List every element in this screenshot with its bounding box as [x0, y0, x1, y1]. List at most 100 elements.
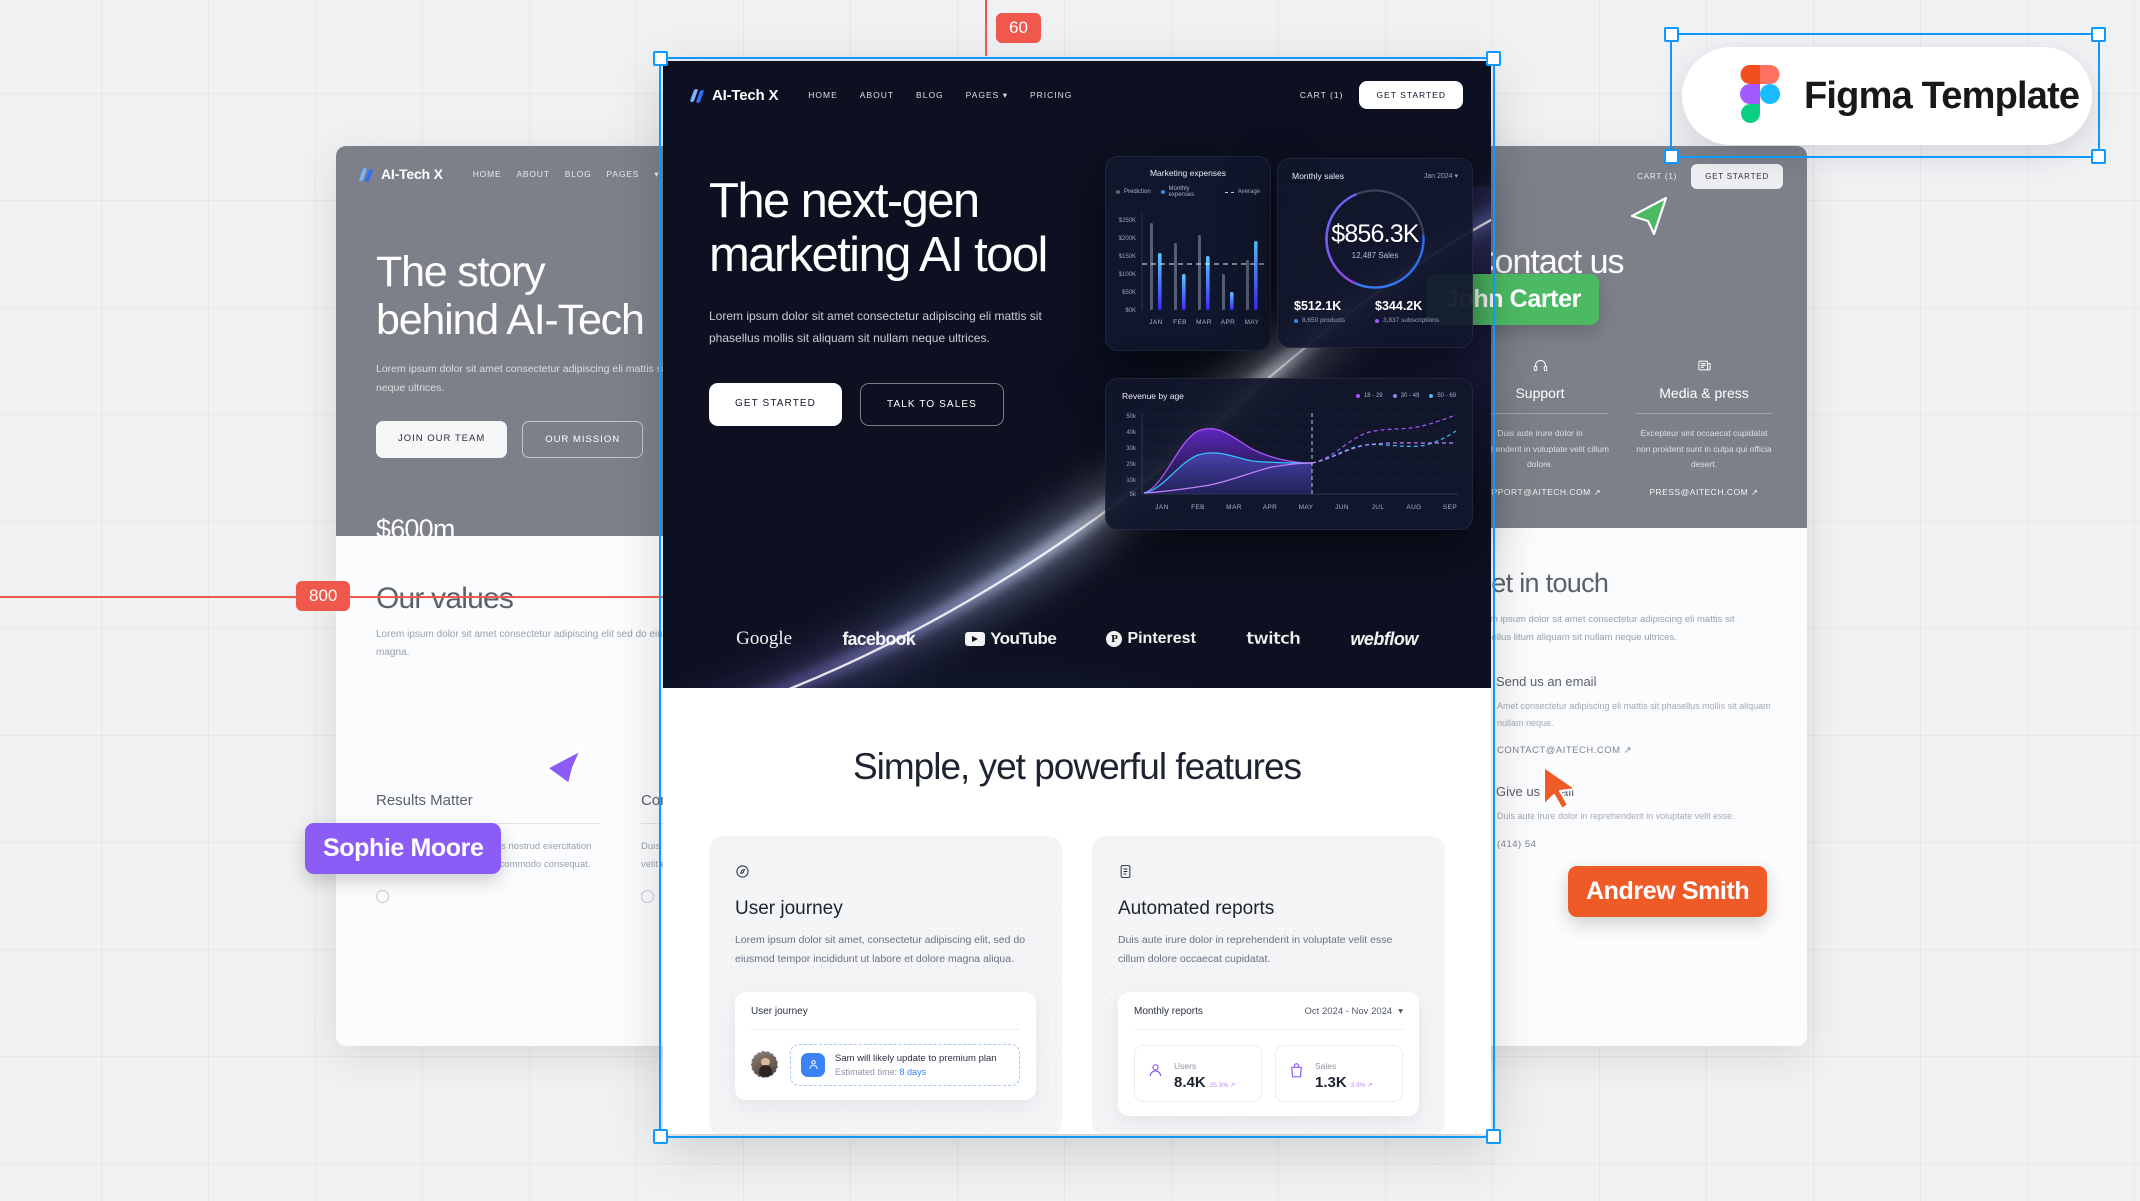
- contact-column-body: Excepteur sint occaecat cupidatat non pr…: [1636, 428, 1772, 470]
- home-nav-links[interactable]: HOME ABOUT BLOG PAGES ▾ PRICING: [808, 90, 1072, 101]
- svg-text:FEB: FEB: [1173, 319, 1187, 326]
- touch-item-header: Send us an email: [1471, 672, 1773, 690]
- cart-link[interactable]: CART (1): [1637, 172, 1677, 181]
- nav-link-pages[interactable]: PAGES ▾: [966, 90, 1008, 101]
- navbar-right[interactable]: CART (1) GET STARTED: [1300, 81, 1463, 109]
- chevron-down-icon: ▾: [1454, 173, 1458, 180]
- sales-center-text: $856.3K 12,487 Sales: [1331, 220, 1419, 260]
- nav-link-blog[interactable]: BLOG: [565, 169, 592, 180]
- report-stat-value-group: 1.3K 3.9% ↗: [1315, 1074, 1373, 1091]
- contact-column-support: Support Duis aute irure dolor in reprehe…: [1471, 358, 1609, 498]
- prediction-sub: Estimated time: 8 days: [835, 1067, 997, 1077]
- sales-card-title: Monthly sales: [1292, 171, 1344, 181]
- feature-body: Duis aute irure dolor in reprehenderit i…: [1118, 934, 1393, 966]
- sales-period-selector[interactable]: Jan 2024 ▾: [1424, 172, 1458, 180]
- revenue-legend: 18 - 29 30 - 49 50 - 69: [1355, 393, 1456, 399]
- resize-handle-bottom-right[interactable]: [2091, 149, 2106, 164]
- our-mission-button[interactable]: OUR MISSION: [522, 421, 644, 459]
- report-stat-users: Users 8.4K 25.3% ↗: [1134, 1044, 1262, 1102]
- touch-item-link[interactable]: CONTACT@AITECH.COM ↗: [1471, 745, 1773, 756]
- report-stat-label: Users: [1174, 1060, 1197, 1071]
- nav-link-home[interactable]: HOME: [473, 169, 502, 180]
- resize-handle-bottom-left[interactable]: [1664, 149, 1679, 164]
- hero-talk-to-sales-button[interactable]: TALK TO SALES: [860, 383, 1004, 427]
- nav-link-pages[interactable]: PAGES: [607, 169, 640, 180]
- svg-text:$50K: $50K: [1122, 290, 1136, 296]
- widget-title: User journey: [751, 1005, 808, 1017]
- get-started-button[interactable]: GET STARTED: [1359, 81, 1463, 109]
- report-stat-label: Sales: [1315, 1060, 1337, 1071]
- expenses-bar-chart: $250K $200K $150K $100K $50K $0K JAN FEB…: [1119, 212, 1266, 326]
- report-stat-delta: 25.3% ↗: [1209, 1081, 1236, 1089]
- brand-name: AI-Tech X: [381, 166, 443, 182]
- hero-get-started-button[interactable]: GET STARTED: [709, 383, 843, 427]
- legend-30-49: 30 - 49: [1392, 393, 1419, 399]
- resize-handle-top-right[interactable]: [2091, 27, 2106, 42]
- breakdown-label: 3,837 subscriptions: [1375, 317, 1439, 324]
- figma-canvas[interactable]: AI-Tech X HOME ABOUT BLOG PAGES ▾ PRICIN…: [0, 0, 2140, 1201]
- breakdown-label: 8,650 products: [1294, 317, 1345, 324]
- contact-hero: CART (1) GET STARTED Contact us Support …: [1437, 146, 1807, 528]
- get-started-button[interactable]: GET STARTED: [1691, 164, 1783, 189]
- revenue-card-title: Revenue by age: [1122, 391, 1184, 401]
- sales-breakdown-products: $512.1K 8,650 products: [1294, 299, 1345, 324]
- measure-badge-60: 60: [996, 13, 1041, 43]
- chevron-down-icon: ▾: [654, 168, 660, 179]
- breakdown-value: $512.1K: [1294, 299, 1342, 313]
- marketing-expenses-card[interactable]: Marketing expenses Prediction Monthly ex…: [1105, 156, 1271, 351]
- svg-text:MAY: MAY: [1245, 319, 1260, 326]
- user-icon: [801, 1052, 825, 1077]
- date-range-value: Oct 2024 - Nov 2024: [1304, 1005, 1393, 1017]
- cursor-andrew-smith: [1540, 765, 1582, 816]
- nav-link-about[interactable]: ABOUT: [860, 90, 894, 101]
- report-stat-text: Sales 1.3K 3.9% ↗: [1315, 1056, 1373, 1091]
- sales-total: $856.3K: [1331, 220, 1419, 248]
- cursor-label-andrew-smith: Andrew Smith: [1568, 866, 1768, 917]
- logo[interactable]: AI-Tech X: [689, 87, 778, 104]
- date-range-selector[interactable]: Oct 2024 - Nov 2024 ▾: [1305, 1006, 1403, 1017]
- prediction-title: Sam will likely update to premium plan: [835, 1052, 997, 1064]
- nav-link-blog[interactable]: BLOG: [916, 90, 944, 101]
- user-journey-widget[interactable]: User journey Sam will likely update to p…: [735, 991, 1036, 1100]
- cursor-arrow-icon: [1630, 196, 1668, 236]
- cursor-arrow-icon: [1543, 766, 1577, 810]
- touch-item-phone: Give us a call Duis aute irure dolor in …: [1471, 782, 1773, 850]
- compass-icon: [735, 865, 750, 883]
- cursor-label-sophie-moore: Sophie Moore: [305, 823, 502, 874]
- resize-handle-top-left[interactable]: [1664, 27, 1679, 42]
- brand-logos-strip: Google facebook YouTube P Pinterest twit…: [663, 628, 1491, 650]
- touch-item-link[interactable]: (414) 54: [1471, 839, 1773, 850]
- logo-mark-icon: [689, 88, 706, 103]
- logo[interactable]: AI-Tech X: [358, 166, 443, 182]
- monthly-reports-widget[interactable]: Monthly reports Oct 2024 - Nov 2024 ▾ Us…: [1118, 991, 1419, 1116]
- touch-item-header: Give us a call: [1471, 782, 1773, 800]
- contact-column-email[interactable]: PRESS@AITECH.COM ↗: [1635, 487, 1773, 498]
- pinterest-icon: P: [1106, 631, 1123, 647]
- svg-text:APR: APR: [1221, 319, 1236, 326]
- hero-copy: The next-gen marketing AI tool Lorem ips…: [663, 174, 1083, 427]
- monthly-sales-card[interactable]: Monthly sales Jan 2024 ▾ $856.3K 12,487 …: [1277, 158, 1473, 348]
- touch-item-body: Duis aute irure dolor in reprehenderit i…: [1497, 811, 1735, 822]
- sales-period-value: Jan 2024: [1423, 173, 1453, 180]
- cursor-sophie-moore: [543, 742, 585, 791]
- home-hero: AI-Tech X HOME ABOUT BLOG PAGES ▾ PRICIN…: [663, 61, 1491, 688]
- touch-item-email: Send us an email Amet consectetur adipis…: [1471, 672, 1773, 756]
- nav-link-pricing[interactable]: PRICING: [1030, 90, 1072, 101]
- logo-google: Google: [736, 628, 793, 649]
- revenue-by-age-card[interactable]: Revenue by age 18 - 29 30 - 49 50 - 69 5…: [1105, 378, 1473, 530]
- home-navbar[interactable]: AI-Tech X HOME ABOUT BLOG PAGES ▾ PRICIN…: [663, 61, 1491, 129]
- revenue-area-chart: 50k 40k 30k 20k 10k 5k JAN FEB MAR APR M…: [1126, 413, 1458, 511]
- cursor-john-carter: [1628, 192, 1670, 241]
- nav-link-about[interactable]: ABOUT: [516, 169, 549, 180]
- join-our-team-button[interactable]: JOIN OUR TEAM: [376, 421, 508, 459]
- svg-text:$100K: $100K: [1119, 272, 1136, 278]
- feature-card-automated-reports[interactable]: Automated reports Duis aute irure dolor …: [1092, 836, 1445, 1134]
- contact-column-email[interactable]: SUPPORT@AITECH.COM ↗: [1471, 487, 1609, 498]
- hero-cta-group[interactable]: GET STARTED TALK TO SALES: [709, 383, 1083, 427]
- cart-link[interactable]: CART (1): [1300, 90, 1344, 100]
- nav-link-home[interactable]: HOME: [808, 90, 838, 101]
- contact-column-body: Duis aute irure dolor in reprehenderit i…: [1471, 428, 1609, 470]
- prediction-pill[interactable]: Sam will likely update to premium plan E…: [790, 1043, 1020, 1086]
- feature-card-user-journey[interactable]: User journey Lorem ipsum dolor sit amet,…: [709, 836, 1062, 1134]
- contact-columns: Support Duis aute irure dolor in reprehe…: [1437, 358, 1807, 498]
